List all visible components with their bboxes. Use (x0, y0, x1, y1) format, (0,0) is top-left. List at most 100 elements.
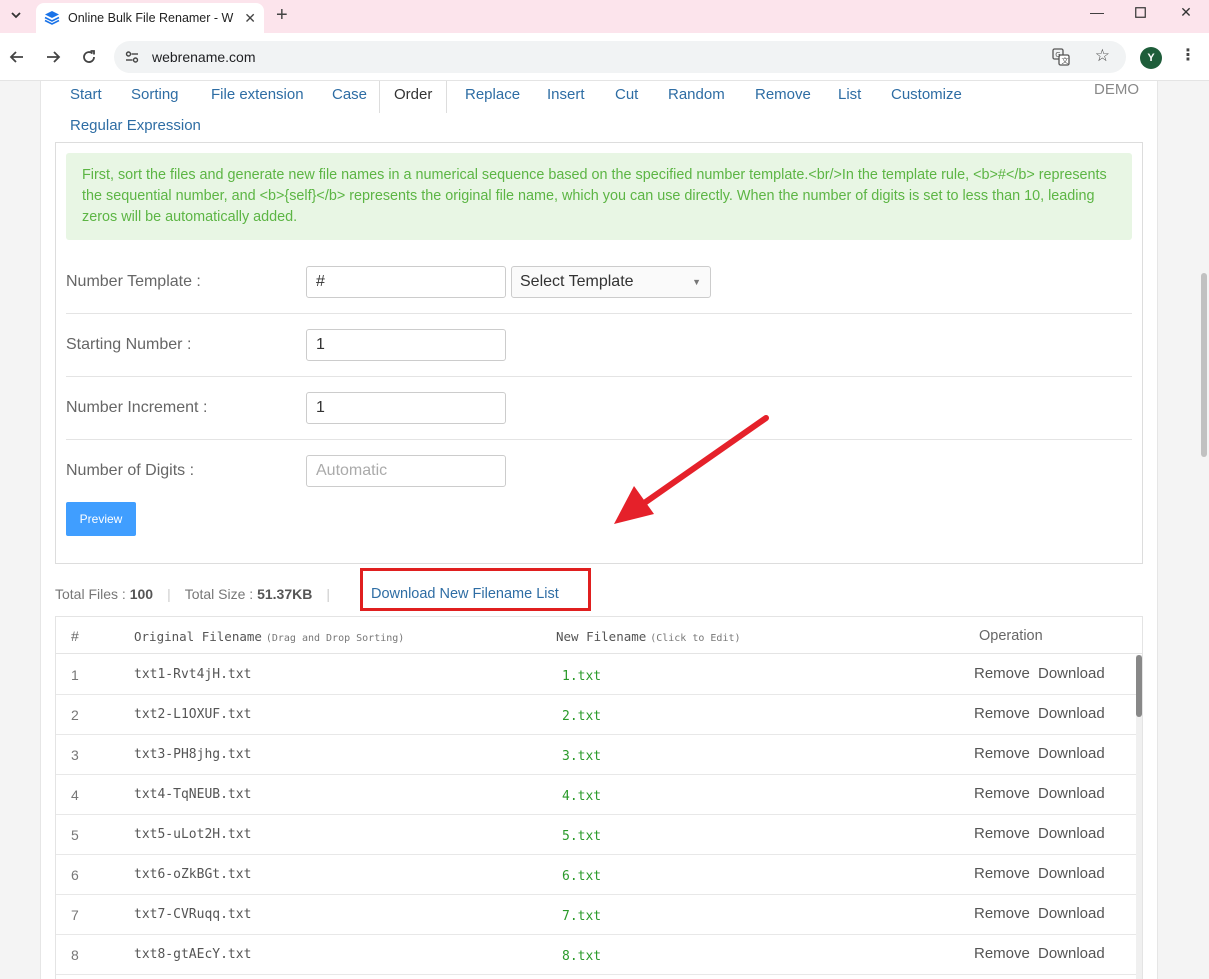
row-index: 1 (71, 667, 79, 683)
file-table: # Original Filename (Drag and Drop Sorti… (55, 616, 1143, 979)
annotation-highlight-box (360, 568, 591, 611)
address-bar[interactable]: webrename.com G 文 ☆ (114, 41, 1126, 73)
tab-remove[interactable]: Remove (755, 86, 811, 103)
reload-icon[interactable] (78, 46, 100, 68)
tab-file-extension[interactable]: File extension (211, 86, 304, 103)
number-increment-input[interactable]: 1 (306, 392, 506, 424)
browser-toolbar: webrename.com G 文 ☆ Y ⋮ (0, 33, 1209, 81)
col-original-hint: (Drag and Drop Sorting) (265, 633, 405, 644)
row-index: 2 (71, 707, 79, 723)
bookmark-star-icon[interactable]: ☆ (1095, 46, 1110, 66)
table-row[interactable]: 5 txt5-uLot2H.txt 5.txt Remove Download (56, 815, 1142, 855)
remove-link[interactable]: Remove (974, 945, 1030, 962)
table-row[interactable]: 7 txt7-CVRuqq.txt 7.txt Remove Download (56, 895, 1142, 935)
table-row[interactable]: 2 txt2-L1OXUF.txt 2.txt Remove Download (56, 695, 1142, 735)
page-scrollbar[interactable] (1199, 81, 1209, 979)
file-stats: Total Files : 100 | Total Size : 51.37KB | (55, 586, 344, 602)
maximize-icon[interactable] (1128, 4, 1152, 21)
separator: | (167, 586, 171, 602)
original-filename: txt6-oZkBGt.txt (134, 867, 252, 882)
tab-start[interactable]: Start (70, 86, 102, 103)
remove-link[interactable]: Remove (974, 905, 1030, 922)
tab-order[interactable]: Order (379, 81, 448, 113)
tab-sorting[interactable]: Sorting (131, 86, 179, 103)
tab-regular-expression[interactable]: Regular Expression (70, 117, 201, 134)
col-operation-header: Operation (979, 628, 1043, 644)
tab-close-icon[interactable]: ✕ (244, 10, 256, 27)
original-filename: txt3-PH8jhg.txt (134, 747, 252, 762)
table-header: # Original Filename (Drag and Drop Sorti… (56, 617, 1142, 654)
download-link[interactable]: Download (1038, 785, 1105, 802)
remove-link[interactable]: Remove (974, 745, 1030, 762)
minimize-icon[interactable]: — (1085, 4, 1109, 20)
row-index: 3 (71, 747, 79, 763)
row-index: 7 (71, 907, 79, 923)
tab-search-chevron-icon[interactable] (6, 5, 26, 25)
table-row[interactable]: 1 txt1-Rvt4jH.txt 1.txt Remove Download (56, 655, 1142, 695)
col-original-header: Original Filename (Drag and Drop Sorting… (134, 628, 404, 644)
table-scrollbar-thumb[interactable] (1136, 655, 1142, 717)
tab-list[interactable]: List (838, 86, 861, 103)
download-link[interactable]: Download (1038, 745, 1105, 762)
total-size-label: Total Size : (184, 586, 258, 602)
profile-avatar[interactable]: Y (1140, 47, 1162, 69)
number-of-digits-input[interactable]: Automatic (306, 455, 506, 487)
remove-link[interactable]: Remove (974, 705, 1030, 722)
download-link[interactable]: Download (1038, 665, 1105, 682)
new-filename[interactable]: 8.txt (562, 949, 601, 964)
demo-label[interactable]: DEMO (1094, 81, 1139, 98)
col-new-hint: (Click to Edit) (650, 633, 741, 644)
page-scrollbar-thumb[interactable] (1201, 273, 1207, 457)
browser-menu-icon[interactable]: ⋮ (1180, 45, 1196, 65)
remove-link[interactable]: Remove (974, 665, 1030, 682)
tab-case[interactable]: Case (332, 86, 367, 103)
translate-icon[interactable]: G 文 (1052, 48, 1070, 66)
tab-customize[interactable]: Customize (891, 86, 962, 103)
new-filename[interactable]: 5.txt (562, 829, 601, 844)
original-filename: txt8-gtAEcY.txt (134, 947, 252, 962)
table-row[interactable]: 4 txt4-TqNEUB.txt 4.txt Remove Download (56, 775, 1142, 815)
window-close-icon[interactable]: ✕ (1174, 4, 1198, 21)
download-link[interactable]: Download (1038, 905, 1105, 922)
info-alert: First, sort the files and generate new f… (66, 153, 1132, 240)
new-filename[interactable]: 3.txt (562, 749, 601, 764)
remove-link[interactable]: Remove (974, 825, 1030, 842)
total-files-value: 100 (129, 586, 154, 602)
site-settings-icon[interactable] (124, 49, 140, 65)
preview-button[interactable]: Preview (66, 502, 136, 536)
table-row[interactable]: 3 txt3-PH8jhg.txt 3.txt Remove Download (56, 735, 1142, 775)
table-row[interactable]: 6 txt6-oZkBGt.txt 6.txt Remove Download (56, 855, 1142, 895)
col-new-header: New Filename (Click to Edit) (556, 628, 741, 644)
browser-tab[interactable]: Online Bulk File Renamer - W ✕ (36, 3, 264, 33)
table-scrollbar[interactable] (1136, 655, 1142, 979)
table-row[interactable]: 8 txt8-gtAEcY.txt 8.txt Remove Download (56, 935, 1142, 975)
download-link[interactable]: Download (1038, 705, 1105, 722)
annotation-arrow-icon (614, 415, 769, 524)
new-tab-plus-icon[interactable]: + (276, 4, 288, 27)
starting-number-label: Starting Number : (66, 336, 192, 353)
new-filename[interactable]: 1.txt (562, 669, 601, 684)
original-filename: txt4-TqNEUB.txt (134, 787, 252, 802)
new-filename[interactable]: 6.txt (562, 869, 601, 884)
download-link[interactable]: Download (1038, 825, 1105, 842)
forward-arrow-icon[interactable] (42, 46, 64, 68)
total-files-label: Total Files : (55, 586, 130, 602)
tab-random[interactable]: Random (668, 86, 725, 103)
tab-cut[interactable]: Cut (615, 86, 638, 103)
back-arrow-icon[interactable] (6, 46, 28, 68)
original-filename: txt2-L1OXUF.txt (134, 707, 252, 722)
remove-link[interactable]: Remove (974, 865, 1030, 882)
template-select[interactable]: Select Template ▼ (511, 266, 711, 298)
col-original-title: Original Filename (134, 629, 262, 644)
download-link[interactable]: Download (1038, 945, 1105, 962)
download-link[interactable]: Download (1038, 865, 1105, 882)
starting-number-input[interactable]: 1 (306, 329, 506, 361)
number-template-input[interactable]: # (306, 266, 506, 298)
remove-link[interactable]: Remove (974, 785, 1030, 802)
new-filename[interactable]: 7.txt (562, 909, 601, 924)
new-filename[interactable]: 4.txt (562, 789, 601, 804)
row-index: 5 (71, 827, 79, 843)
tab-insert[interactable]: Insert (547, 86, 585, 103)
new-filename[interactable]: 2.txt (562, 709, 601, 724)
tab-replace[interactable]: Replace (465, 86, 520, 103)
